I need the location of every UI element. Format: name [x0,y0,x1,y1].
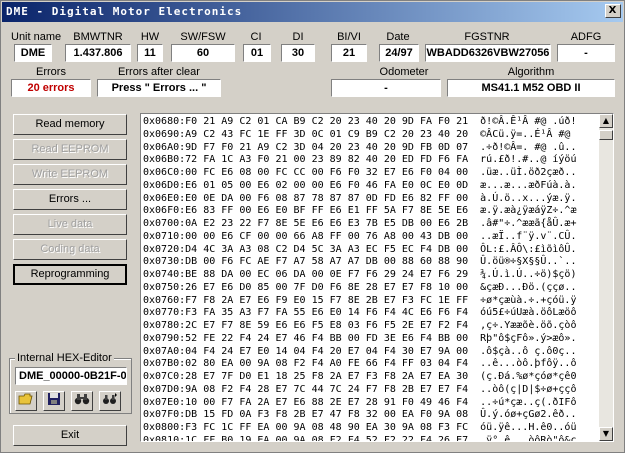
algorithm-label: Algorithm [507,66,555,78]
hex-line: 0x0730:DB 00 F6 FC AE F7 A7 58 A7 A7 DB … [143,256,577,268]
hex-line: 0x0680:F0 21 A9 C2 01 CA B9 C2 20 23 40 … [143,116,577,127]
errors-after-clear-value: Press " Errors ... " [97,79,221,97]
hex-line: 0x07E0:10 00 F7 FA 2A E7 E6 88 2E E7 28 … [143,396,577,408]
bmwtnr-value: 1.437.806 [65,44,131,62]
hex-line: 0x0780:2C E7 F7 8E 59 E6 E6 F5 E8 03 F6 … [143,320,577,331]
hex-line: 0x0770:F3 FA 35 A3 F7 FA 55 E6 E0 14 F6 … [143,307,577,319]
hex-line: 0x07B0:02 80 EA 00 9A 08 F2 F4 A0 FE 66 … [143,358,577,370]
hex-line: 0x06E0:E0 0E DA 00 F6 08 87 78 87 87 0D … [143,192,577,204]
di-label: DI [292,31,304,43]
title-bar: DME - Digital Motor Electronics X [2,2,623,22]
hex-lines: 0x0680:F0 21 A9 C2 01 CA B9 C2 20 23 40 … [143,116,599,442]
hex-line: 0x06D0:E6 01 05 00 E6 02 00 00 E6 F0 46 … [143,179,577,191]
hex-line: 0x0790:52 FE 22 F4 24 E7 46 F4 BB 00 FD … [143,332,577,344]
hex-line: 0x0760:F7 F8 2A E7 E6 F9 E0 15 F7 8E 2B … [143,294,577,306]
hex-line: 0x07D0:9A 08 F2 F4 28 E7 7C 44 7C 24 F7 … [143,383,577,395]
scroll-down-icon[interactable]: ▼ [599,427,613,441]
adfg-label: ADFG [570,31,602,43]
date-value: 24/97 [379,44,419,62]
bi-vi-label: BI/VI [337,31,361,43]
ci-value: 01 [243,44,271,62]
date-label: Date [386,31,410,43]
unit-name-value: DME [14,44,52,62]
bi-vi-value: 21 [331,44,367,62]
hex-view[interactable]: 0x0680:F0 21 A9 C2 01 CA B9 C2 20 23 40 … [140,113,614,442]
window-title: DME - Digital Motor Electronics [6,5,243,18]
sw-fsw-value: 60 [171,44,235,62]
live-data-button[interactable]: Live data [13,214,127,235]
odometer-value: - [331,79,441,97]
fgstnr-label: FGSTNR [464,31,510,43]
reprogramming-button[interactable]: Reprogramming [13,264,127,285]
errors-value: 20 errors [11,79,91,97]
fgstnr-value: WBADD6326VBW27056 [425,44,551,62]
hex-line: 0x0720:D4 4C 3A A3 08 C2 D4 5C 3A A3 EC … [143,243,577,255]
hex-line: 0x0740:BE 88 DA 00 EC 06 DA 00 0E F7 F6 … [143,269,577,280]
scroll-thumb[interactable] [599,130,613,140]
exit-button[interactable]: Exit [13,425,127,446]
errors-after-clear-label: Errors after clear [118,66,200,78]
hex-editor-label: Internal HEX-Editor [15,352,114,364]
hex-line: 0x06A0:9D F7 F0 21 A9 C2 3D 04 20 23 40 … [143,141,577,153]
hex-line: 0x06C0:00 FC E6 08 00 FC CC 00 F6 F0 32 … [143,167,577,178]
hex-line: 0x0800:F3 FC 1C FF EA 00 9A 08 48 90 EA … [143,422,577,433]
open-folder-icon[interactable] [15,391,37,411]
errors-button[interactable]: Errors ... [13,189,127,210]
coding-data-button[interactable]: Coding data [13,239,127,260]
hex-file-field[interactable]: DME_00000-0B21F-00 [15,367,127,385]
write-eeprom-button[interactable]: Write EEPROM [13,164,127,185]
hex-scrollbar[interactable]: ▲ ▼ [599,114,613,441]
read-memory-button[interactable]: Read memory [13,114,127,135]
errors-label: Errors [36,66,66,78]
adfg-value: - [557,44,615,62]
sw-fsw-label: SW/FSW [180,31,226,43]
hex-line: 0x0810:1C FF B0 19 EA 00 9A 08 F2 F4 52 … [143,434,577,442]
algorithm-value: MS41.1 M52 OBD II [447,79,615,97]
hex-line: 0x06F0:E6 83 FF 00 E6 E0 BF FF E6 E1 FF … [143,205,577,217]
hw-value: 11 [137,44,163,62]
save-disk-icon[interactable] [43,391,65,411]
bmwtnr-label: BMWTNR [73,31,123,43]
hex-line: 0x0700:0A E2 23 22 F7 8E 5E E6 E6 E3 7B … [143,218,577,229]
hex-line: 0x06B0:72 FA 1C A3 F0 21 00 23 89 82 40 … [143,154,577,166]
hex-line: 0x07F0:DB 15 FD 0A F3 F8 2B E7 47 F8 32 … [143,409,577,421]
ci-label: CI [250,31,262,43]
dme-window: DME - Digital Motor Electronics X Unit n… [0,0,625,453]
hex-line: 0x07C0:28 E7 7F D0 E1 18 25 F8 2A E7 F3 … [143,371,577,382]
hex-line: 0x0750:26 E7 E6 D0 85 00 7F D0 F6 8E 28 … [143,281,577,293]
unit-name-label: Unit name [11,31,62,43]
hex-line: 0x0710:00 00 E6 CF 00 00 66 A8 FF 00 76 … [143,230,577,242]
binoculars-icon[interactable] [71,391,93,411]
read-eeprom-button[interactable]: Read EEPROM [13,139,127,160]
hex-line: 0x07A0:04 F4 24 E7 E0 14 04 F4 20 E7 04 … [143,345,577,357]
find-next-icon[interactable] [99,391,121,411]
di-value: 30 [281,44,315,62]
hex-line: 0x0690:A9 C2 43 FC 1E FF 3D 0C 01 C9 B9 … [143,128,577,140]
hw-label: HW [140,31,160,43]
close-button[interactable]: X [605,4,621,18]
scroll-up-icon[interactable]: ▲ [599,114,613,128]
